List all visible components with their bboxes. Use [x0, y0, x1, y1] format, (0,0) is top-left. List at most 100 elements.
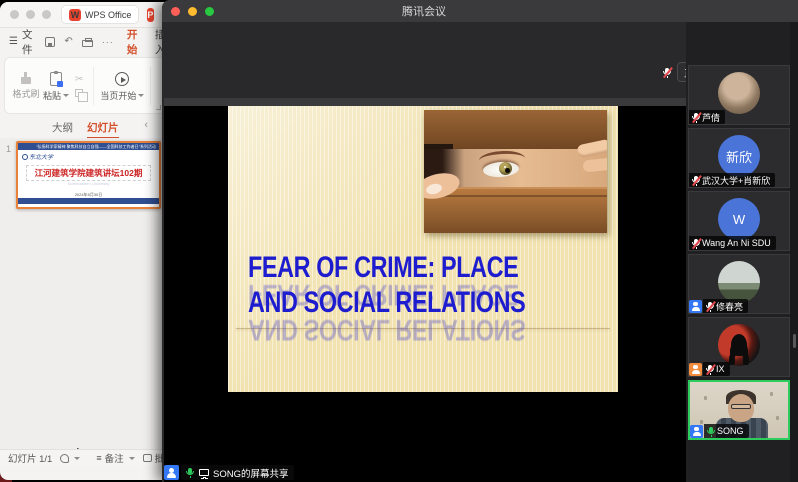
tab-wps-office[interactable]: W WPS Office — [61, 5, 139, 24]
slide-counter: 幻灯片 1/1 — [8, 451, 52, 465]
cut-copy-group: ✂ — [75, 75, 83, 97]
window-controls — [10, 10, 51, 19]
copy-icon[interactable] — [75, 89, 83, 97]
mic-active-icon — [187, 468, 193, 477]
wps-office-window: W WPS Office P W ☰ 文件 ↶ ··· 开始 插入 格式刷 — [0, 2, 170, 480]
participant-name: 芦倩 — [702, 111, 720, 124]
mic-muted-icon — [707, 302, 713, 311]
participant-name: SONG — [717, 426, 744, 436]
mic-muted-icon — [664, 68, 670, 77]
participant-tile[interactable]: 新欣 武汉大学+肖新欣 — [688, 128, 790, 188]
meeting-title-bar: 腾讯会议 — [162, 0, 798, 22]
slide-thumbnail-panel: 1 “弘扬科学家精神 聚焦科技自立自强——全国科技工作者日”系列活动 东北大学 … — [0, 138, 162, 466]
tab-outline[interactable]: 大纲 — [52, 120, 73, 135]
participants-sidebar: 芦倩 新欣 武汉大学+肖新欣 W Wang An Ni SDU — [686, 22, 798, 482]
notes-icon: ≡ — [96, 453, 101, 463]
clipboard-icon — [50, 72, 62, 86]
tab-presentation-doc-icon[interactable]: P — [147, 8, 153, 22]
wps-menu-bar: ☰ 文件 ↶ ··· 开始 插入 — [0, 29, 170, 54]
avatar: W — [718, 198, 760, 240]
wps-status-bar: 幻灯片 1/1 ≡备注 批注 — [0, 449, 162, 466]
brush-icon — [21, 77, 31, 84]
save-icon[interactable] — [45, 37, 55, 47]
person-badge-icon — [689, 300, 702, 313]
thumb-top-banner: “弘扬科学家精神 聚焦科技自立自强——全国科技工作者日”系列活动 — [18, 143, 159, 150]
tencent-meeting-window: 腾讯会议 FEAR OF CRIME: PLACE FEAR OF CRIME:… — [162, 0, 798, 482]
wps-logo-icon: W — [69, 9, 81, 21]
participant-name: Wang An Ni SDU — [702, 238, 771, 248]
participant-tile[interactable]: W Wang An Ni SDU — [688, 191, 790, 251]
meeting-window-title: 腾讯会议 — [162, 3, 686, 19]
peeking-eye-image — [424, 110, 607, 233]
format-painter-label: 格式刷 — [12, 87, 39, 100]
play-icon — [115, 72, 129, 86]
university-logo: 东北大学 — [22, 152, 53, 161]
wps-ribbon: 格式刷 粘贴 ✂ 当页开始 新建 — [4, 57, 170, 114]
hamburger-icon: ☰ — [9, 36, 18, 47]
tab-wps-office-label: WPS Office — [85, 10, 131, 20]
screen-share-icon — [199, 469, 209, 476]
mic-muted-icon — [693, 239, 699, 248]
panel-tabs: 大纲 幻灯片 ‹ — [0, 120, 162, 135]
ribbon-divider — [150, 67, 151, 105]
comment-icon — [143, 454, 152, 462]
avatar — [718, 324, 760, 366]
slide-title-line2: AND SOCIAL RELATIONS AND SOCIAL RELATION… — [248, 288, 537, 318]
screen-share-banner: SONG的屏幕共享 — [164, 465, 294, 480]
format-painter-button[interactable]: 格式刷 — [11, 71, 41, 100]
sidebar-edge — [790, 22, 798, 482]
shared-slide: FEAR OF CRIME: PLACE FEAR OF CRIME: PLAC… — [228, 106, 618, 392]
slide-title-line1: FEAR OF CRIME: PLACE FEAR OF CRIME: PLAC… — [248, 253, 537, 283]
theme-icon — [60, 454, 69, 463]
person-badge-icon — [690, 425, 703, 438]
ribbon-divider — [93, 67, 94, 105]
participant-tile[interactable]: 芦倩 — [688, 65, 790, 125]
paste-label: 粘贴 — [43, 89, 61, 102]
theme-button[interactable] — [60, 454, 80, 463]
mic-muted-icon — [693, 176, 699, 185]
sidebar-resize-handle[interactable] — [793, 334, 796, 348]
avatar — [718, 261, 760, 303]
tab-home[interactable]: 开始 — [127, 27, 142, 57]
start-from-current-page-button[interactable]: 当页开始 — [100, 70, 144, 102]
participant-name: 修春亮 — [716, 300, 743, 313]
close-button[interactable] — [10, 10, 19, 19]
shared-screen-toolbar-strip — [164, 98, 686, 106]
avatar — [718, 72, 760, 114]
thumb-bottom-banner — [18, 198, 159, 204]
participant-tile-active-speaker[interactable]: SONG — [688, 380, 790, 440]
thumb-slide-title: 江河建筑学院建筑讲坛102期 — [26, 165, 151, 181]
participant-tile[interactable]: IX — [688, 317, 790, 377]
ribbon-expand-icon[interactable] — [156, 105, 161, 110]
wps-tab-bar: W WPS Office P W — [0, 2, 170, 28]
person-badge-icon — [689, 363, 702, 376]
undo-icon[interactable]: ↶ — [64, 37, 72, 47]
cut-icon[interactable]: ✂ — [75, 75, 83, 85]
share-banner-label: SONG的屏幕共享 — [213, 466, 288, 480]
file-menu[interactable]: ☰ 文件 — [9, 27, 33, 57]
notes-button[interactable]: ≡备注 — [96, 451, 134, 465]
file-menu-label: 文件 — [22, 27, 33, 57]
collapse-panel-icon[interactable]: ‹ — [144, 119, 148, 131]
more-icon[interactable]: ··· — [102, 37, 114, 47]
tab-slides[interactable]: 幻灯片 — [87, 120, 119, 135]
slide-thumbnail[interactable]: “弘扬科学家精神 聚焦科技自立自强——全国科技工作者日”系列活动 东北大学 江河… — [16, 141, 161, 209]
minimize-button[interactable] — [26, 10, 35, 19]
print-icon[interactable] — [82, 40, 93, 47]
mic-muted-icon — [693, 113, 699, 122]
avatar: 新欣 — [718, 135, 760, 177]
thumb-watermark: Northeastern University — [18, 181, 159, 186]
chevron-down-icon — [129, 457, 135, 460]
paste-button[interactable]: 粘贴 — [41, 70, 71, 102]
participant-tile[interactable]: 修春亮 — [688, 254, 790, 314]
slide-number: 1 — [6, 144, 11, 154]
eye-highlight — [504, 166, 506, 168]
mic-muted-icon — [707, 365, 713, 374]
finger — [582, 158, 607, 173]
chevron-down-icon — [138, 94, 144, 97]
zoom-button[interactable] — [42, 10, 51, 19]
pupil — [505, 168, 510, 173]
participant-name: IX — [716, 364, 725, 374]
chevron-down-icon — [74, 457, 80, 460]
chevron-down-icon — [63, 94, 69, 97]
